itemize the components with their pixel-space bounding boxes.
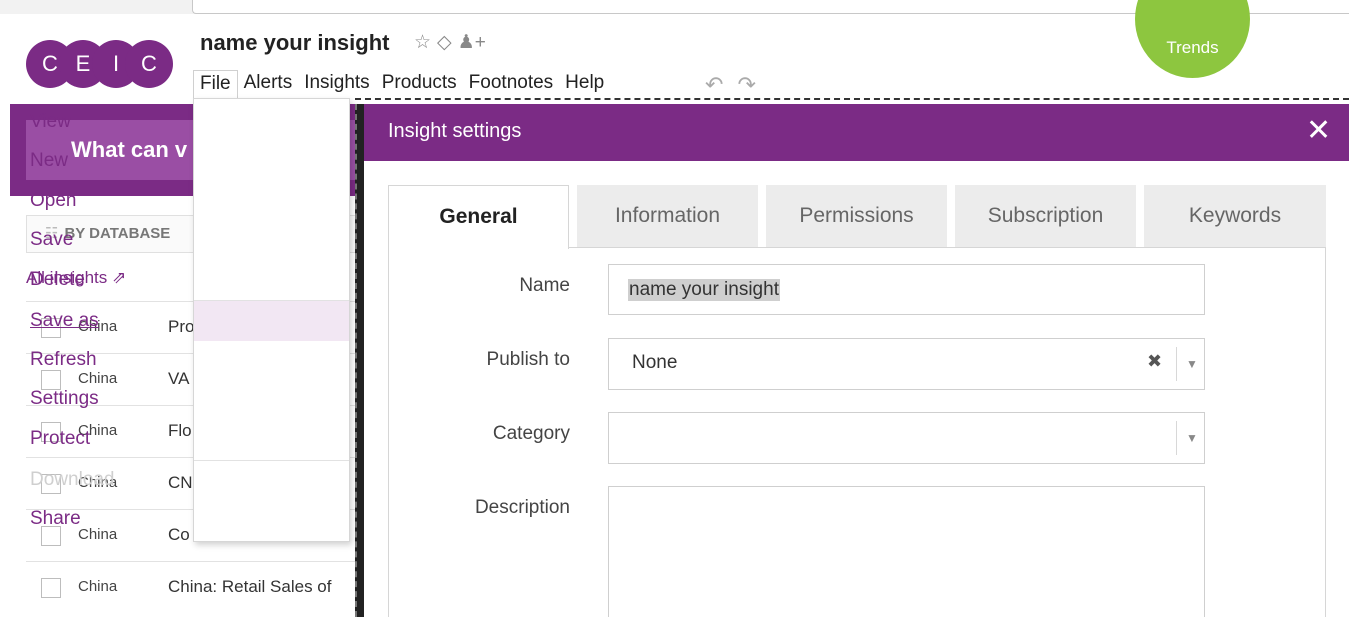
chevron-down-icon[interactable]: ▼ [1186,357,1198,371]
row-description: Pro [168,317,195,336]
menu-item-new[interactable]: New [30,150,68,172]
publish-to-label: Publish to [486,349,570,370]
menu-item-refresh[interactable]: Refresh [30,349,97,371]
menu-item-view[interactable]: View [30,111,71,133]
menu-item-settings[interactable]: Settings [30,388,99,410]
list-item[interactable]: China China: Retail Sales of [26,561,356,613]
settings-tabs: General Information Permissions Subscrip… [388,185,1326,249]
row-description: CN [168,473,193,492]
publish-to-value: None [632,352,678,373]
select-divider [1176,347,1177,381]
publish-to-select[interactable] [608,338,1205,390]
menu-item-save-as[interactable]: Save as [30,310,99,332]
undo-redo: ↶ ↷ [705,72,770,98]
tab-information[interactable]: Information [577,185,758,248]
chevron-down-icon[interactable]: ▼ [1186,431,1198,445]
tab-general[interactable]: General [388,185,569,249]
menu-divider [194,300,349,301]
ceic-logo[interactable]: C E I C [26,40,173,88]
row-description: Co [168,525,190,544]
dialog-border-left [355,104,364,617]
clear-icon[interactable]: ✖ [1147,351,1162,372]
logo-letter: C [125,40,173,88]
by-database-label: BY DATABASE [64,225,171,242]
title-icons: ☆ ◇ ♟+ [414,31,492,54]
menu-footnotes[interactable]: Footnotes [463,70,560,98]
star-icon[interactable]: ☆ [414,32,431,53]
menu-item-download: Download [30,469,115,490]
menu-alerts[interactable]: Alerts [238,70,299,98]
menu-item-share[interactable]: Share [30,508,81,530]
undo-icon[interactable]: ↶ [705,72,723,97]
row-description: VA [168,369,190,388]
trends-button[interactable]: Trends [1135,0,1250,78]
menu-bar: File Alerts Insights Products Footnotes … [193,70,610,98]
insight-title[interactable]: name your insight [200,30,389,56]
tab-keywords[interactable]: Keywords [1144,185,1326,248]
menu-item-open[interactable]: Open [30,190,76,212]
row-country: China [78,370,118,387]
menu-item-save[interactable]: Save [30,229,73,251]
menu-file[interactable]: File [193,70,238,98]
row-checkbox[interactable] [41,370,61,390]
close-icon[interactable]: ✕ [1306,114,1331,148]
menu-item-protect[interactable]: Protect [30,428,90,450]
menu-divider [194,460,349,461]
tab-subscription[interactable]: Subscription [955,185,1136,248]
description-textarea[interactable] [608,486,1205,617]
dialog-title: Insight settings [388,120,522,142]
menu-item-delete[interactable]: Delete [30,269,85,291]
tab-permissions[interactable]: Permissions [766,185,947,248]
category-label: Category [492,423,570,444]
name-label: Name [519,275,570,296]
name-field-value[interactable]: name your insight [628,279,780,301]
row-checkbox[interactable] [41,578,61,598]
menu-insights[interactable]: Insights [298,70,375,98]
row-description: Flo [168,421,192,440]
select-divider [1176,421,1177,455]
menu-item-highlight [194,301,349,341]
share-user-icon[interactable]: ♟+ [458,32,486,53]
tag-icon[interactable]: ◇ [437,32,452,53]
row-country: China [78,578,118,595]
category-select[interactable] [608,412,1205,464]
menu-help[interactable]: Help [559,70,610,98]
menu-products[interactable]: Products [376,70,463,98]
row-description: China: Retail Sales of [168,577,332,596]
row-country: China [78,526,118,543]
description-label: Description [474,497,570,518]
redo-icon[interactable]: ↷ [737,72,755,97]
